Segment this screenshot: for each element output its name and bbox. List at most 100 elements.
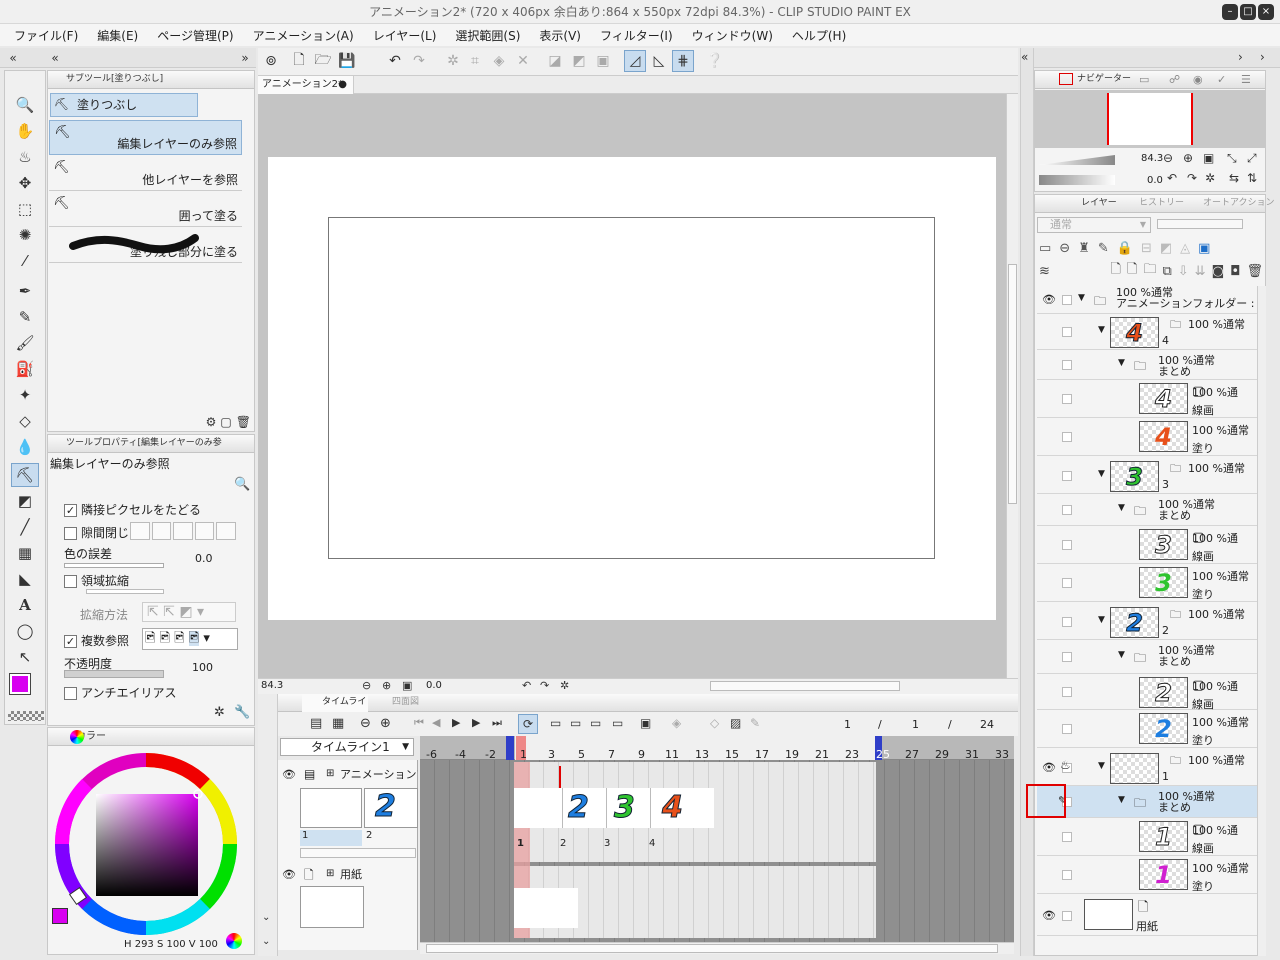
expand-toggle-icon[interactable]: ▼ (1118, 358, 1125, 368)
clip-studio-icon[interactable]: ⊚ (260, 50, 282, 72)
new-folder-icon[interactable]: 🗀 (1143, 260, 1156, 282)
save-icon[interactable]: 💾 (336, 50, 358, 72)
prev-frame-icon[interactable]: ◀ (432, 716, 440, 729)
visibility-eye-icon[interactable]: 👁 (1042, 909, 1056, 922)
subtool-settings-icon[interactable]: ⚙ (206, 412, 217, 432)
color-wheel-tab-icon[interactable] (70, 730, 84, 744)
canvas-vscroll-thumb[interactable] (1008, 264, 1017, 504)
layer-color-icon[interactable]: ▭ (1039, 241, 1051, 256)
follow-adjacent-row[interactable]: ✓ 隣接ピクセルをたどる (64, 501, 201, 518)
eyedropper-icon[interactable]: ⁄ (11, 249, 39, 273)
menu-selection[interactable]: 選択範囲(S) (455, 27, 520, 44)
timeline-hscroll-thumb[interactable] (426, 944, 998, 953)
subtool-item-unfilled[interactable]: 塗り残し部分に塗る (49, 228, 242, 263)
track1-cel-label-1[interactable]: 1 (300, 830, 362, 846)
layer-lock-checkbox[interactable] (1062, 687, 1072, 697)
canvas-viewport[interactable] (258, 94, 1006, 678)
main-color-swatch[interactable] (9, 673, 31, 695)
onion-skin-icon[interactable]: ▣ (640, 716, 651, 730)
apply-mask-icon[interactable]: ◘ (1230, 264, 1240, 279)
nav-flip-h-icon[interactable]: ⤡ (1227, 151, 1237, 166)
new-subtool-icon[interactable]: ▢ (220, 412, 231, 432)
new-file-icon[interactable]: 🗋 (288, 50, 310, 72)
expand-toggle-icon[interactable]: ▼ (1118, 795, 1125, 805)
track2-eye-icon[interactable]: 👁 (282, 868, 296, 881)
track1-eye-icon[interactable]: 👁 (282, 768, 296, 781)
decoration-icon[interactable]: ✦ (11, 383, 39, 407)
ruler-icon[interactable]: ◣ (11, 567, 39, 591)
new-raster-layer-icon[interactable]: 🗋 (1111, 260, 1121, 282)
timeline-hscroll[interactable] (420, 942, 1014, 954)
menu-edit[interactable]: 編集(E) (97, 27, 138, 44)
selection-tool-icon[interactable]: ⬚ (11, 197, 39, 221)
next-frame-icon[interactable]: ▶ (472, 716, 480, 729)
rotate-right-icon[interactable]: ↷ (540, 679, 549, 692)
layer-lock-checkbox[interactable] (1062, 578, 1072, 588)
expand-slider[interactable] (86, 589, 164, 594)
quad-view-tab[interactable]: 四面図 (370, 694, 430, 712)
fit-icon[interactable]: ▣ (402, 679, 412, 692)
collapse-down-icon-2[interactable]: ⌄ (262, 936, 270, 947)
layer-lock-checkbox[interactable] (1062, 327, 1072, 337)
zoom-out-icon[interactable]: ⊖ (362, 679, 371, 692)
layer-name[interactable]: 線画 (1192, 840, 1214, 856)
expand-toggle-icon[interactable]: ▼ (1098, 325, 1105, 335)
clear-icon[interactable]: ✲ (442, 50, 464, 72)
layer-lock-checkbox[interactable] (1062, 911, 1072, 921)
expand-plus-icon-2[interactable]: ⊞ (326, 868, 334, 879)
help-icon[interactable]: ❔ (704, 50, 726, 72)
pencil-tool-icon[interactable]: ✎ (11, 305, 39, 329)
frame-start-value[interactable]: 1 (912, 718, 919, 731)
cel-edit-icon[interactable]: ▨ (730, 716, 741, 730)
collapse-icon-right[interactable]: « (1021, 50, 1028, 64)
lock-icon[interactable]: 🔒 (1117, 241, 1133, 256)
layer-name[interactable]: 4 (1162, 334, 1169, 347)
navigator-rotate-slider[interactable] (1039, 175, 1115, 185)
redo-icon[interactable]: ↷ (408, 50, 430, 72)
nav-zoom-in-icon[interactable]: ⊕ (1183, 151, 1193, 165)
invert-icon[interactable]: ◩ (568, 50, 590, 72)
menu-view[interactable]: 表示(V) (539, 27, 581, 44)
close-gap-row[interactable]: 隙間閉じ (64, 524, 129, 541)
first-frame-icon[interactable]: ⏮ (414, 716, 424, 730)
transform-icon[interactable]: ◈ (488, 50, 510, 72)
layer-name[interactable]: 塗り (1192, 586, 1214, 602)
gradient-icon[interactable]: ◩ (11, 489, 39, 513)
expand-plus-icon[interactable]: ⊞ (326, 768, 334, 779)
layer-name[interactable]: まとめ (1158, 363, 1191, 379)
cel-label-2[interactable]: 2 (560, 838, 566, 849)
layer-lock-checkbox[interactable] (1062, 617, 1072, 627)
maximize-icon[interactable]: □ (1240, 4, 1256, 20)
merge-down-icon[interactable]: ⇩ (1178, 264, 1189, 279)
right-arrow-icon[interactable]: › (1238, 50, 1243, 64)
canvas-zoom-value[interactable]: 84.3 (261, 680, 283, 691)
nav-fit-icon[interactable]: ▣ (1203, 151, 1214, 165)
layer-name[interactable]: 1 (1162, 770, 1169, 783)
select-all-icon[interactable]: ▣ (592, 50, 614, 72)
snap-special-icon[interactable]: ◺ (648, 50, 670, 72)
correct-line-icon[interactable]: ↖ (11, 645, 39, 669)
draft-icon[interactable]: ✎ (1098, 241, 1109, 256)
navigator-view-frame[interactable] (1107, 93, 1193, 145)
expand-method-select[interactable]: ⇱ ⇱ ◩ ▾ (142, 602, 236, 622)
loop-icon[interactable]: ⟳ (518, 714, 538, 734)
collapse-left-icon-2[interactable]: « (48, 50, 62, 66)
track1-cel-label-2[interactable]: 2 (364, 830, 418, 846)
layer-lock-checkbox[interactable] (1062, 295, 1072, 305)
layer-name[interactable]: 2 (1162, 624, 1169, 637)
nav-rotate-reset-icon[interactable]: ✲ (1205, 171, 1215, 185)
color-margin-value[interactable]: 0.0 (195, 552, 213, 565)
layer-name[interactable]: 3 (1162, 478, 1169, 491)
frame-icon[interactable]: ▦ (11, 541, 39, 565)
info-tab-icon[interactable]: ☍ (1169, 73, 1180, 86)
auto-select-icon[interactable]: ✺ (11, 223, 39, 247)
pen-edit-icon[interactable]: ✎ (750, 716, 760, 730)
navigator-zoom-slider[interactable] (1039, 155, 1115, 165)
diamond-icon[interactable]: ◇ (710, 716, 719, 730)
figure-icon[interactable]: ╱ (11, 515, 39, 539)
assign-cel-icon[interactable]: ▭ (570, 716, 581, 730)
layer-name[interactable]: 線画 (1192, 402, 1214, 418)
reset-icon[interactable]: ✲ (214, 705, 225, 720)
expand-toggle-icon[interactable]: ▼ (1078, 293, 1085, 303)
open-icon[interactable]: 🗁 (312, 50, 334, 72)
